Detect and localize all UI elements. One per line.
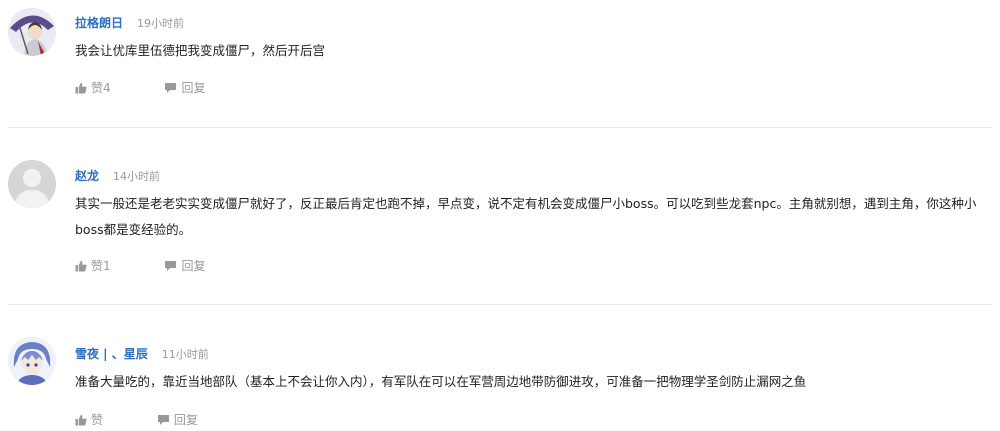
comment-meta: 拉格朗日 19小时前	[75, 14, 184, 30]
timestamp: 14小时前	[113, 170, 161, 183]
speech-bubble-icon	[165, 83, 177, 93]
like-count: 赞4	[91, 81, 111, 95]
comment-actions: 赞 回复	[75, 412, 198, 428]
reply-label: 回复	[181, 81, 206, 95]
reply-button[interactable]: 回复	[164, 258, 205, 274]
comment-divider	[8, 304, 992, 305]
avatar-image	[8, 337, 56, 385]
reply-button[interactable]: 回复	[164, 80, 205, 96]
reply-label: 回复	[173, 413, 198, 427]
default-avatar-icon	[8, 160, 56, 208]
reply-button[interactable]: 回复	[157, 412, 198, 428]
comment-text: 我会让优库里伍德把我变成僵尸，然后开后宫	[75, 43, 326, 58]
like-count: 赞1	[91, 259, 111, 273]
username[interactable]: 拉格朗日	[75, 16, 123, 30]
reply-label: 回复	[181, 259, 206, 273]
avatar-image	[8, 8, 56, 56]
speech-bubble-icon	[165, 261, 177, 271]
comment-meta: 雪夜 | 、星辰 11小时前	[75, 345, 209, 361]
timestamp: 19小时前	[137, 17, 185, 30]
thumbs-up-icon	[75, 260, 87, 272]
username[interactable]: 雪夜 | 、星辰	[75, 347, 148, 361]
comment-meta: 赵龙 14小时前	[75, 167, 160, 183]
comment-actions: 赞4 回复	[75, 80, 205, 96]
avatar[interactable]	[8, 160, 56, 208]
like-button[interactable]: 赞1	[75, 258, 111, 274]
like-button[interactable]: 赞	[75, 412, 103, 428]
username[interactable]: 赵龙	[75, 169, 99, 183]
avatar[interactable]	[8, 8, 56, 56]
comment-text: 准备大量吃的，靠近当地部队（基本上不会让你入内），有军队在可以在军营周边地带防御…	[75, 374, 807, 389]
thumbs-up-icon	[75, 414, 87, 426]
speech-bubble-icon	[157, 415, 169, 425]
comment-actions: 赞1 回复	[75, 258, 205, 274]
avatar[interactable]	[8, 337, 56, 385]
comment-text: 其实一般还是老老实实变成僵尸就好了，反正最后肯定也跑不掉，早点变，说不定有机会变…	[75, 196, 977, 237]
thumbs-up-icon	[75, 82, 87, 94]
like-count: 赞	[91, 413, 104, 427]
like-button[interactable]: 赞4	[75, 80, 111, 96]
comment-divider	[8, 127, 992, 128]
timestamp: 11小时前	[161, 348, 209, 361]
